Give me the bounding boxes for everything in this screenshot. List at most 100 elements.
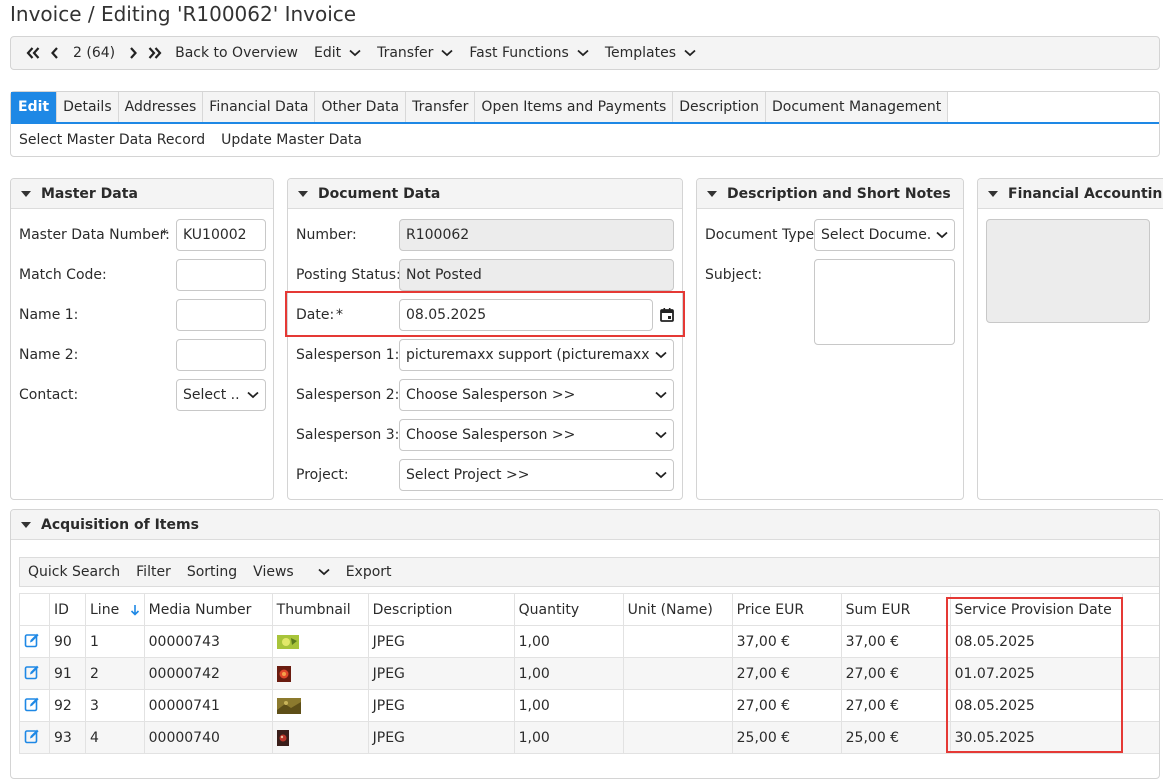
salesperson1-select[interactable]: picturemaxx support (picturemaxx AG) — [399, 339, 674, 371]
tab-transfer[interactable]: Transfer — [406, 92, 476, 122]
header-edit-column — [19, 593, 50, 626]
back-to-overview-button[interactable]: Back to Overview — [167, 37, 306, 69]
acquisition-items-header[interactable]: Acquisition of Items — [11, 510, 1159, 540]
transfer-menu[interactable]: Transfer — [369, 37, 461, 69]
header-thumbnail[interactable]: Thumbnail — [271, 593, 369, 626]
table-row[interactable]: 92 3 00000741 JPEG 1,00 27,00 € 27,00 € … — [19, 689, 1159, 722]
tab-edit[interactable]: Edit — [11, 92, 58, 122]
header-sum-eur[interactable]: Sum EUR — [840, 593, 951, 626]
tab-open-items-and-payments[interactable]: Open Items and Payments — [475, 92, 674, 122]
fast-functions-menu[interactable]: Fast Functions — [461, 37, 596, 69]
sub-action-bar: Select Master Data Record Update Master … — [11, 127, 378, 153]
chevron-down-icon — [655, 431, 667, 439]
tab-document-management[interactable]: Document Management — [766, 92, 949, 122]
salesperson3-select[interactable]: Choose Salesperson >> — [399, 419, 674, 451]
table-row[interactable]: 91 2 00000742 JPEG 1,00 27,00 € 27,00 € … — [19, 657, 1159, 690]
table-row[interactable]: 93 4 00000740 JPEG 1,00 25,00 € 25,00 € … — [19, 721, 1159, 754]
chevron-down-icon — [349, 49, 361, 57]
last-record-button[interactable] — [143, 37, 167, 69]
row-edit-cell — [19, 689, 50, 722]
header-line[interactable]: Line — [85, 593, 145, 626]
header-unit-name[interactable]: Unit (Name) — [622, 593, 733, 626]
collapse-triangle-icon — [988, 190, 998, 197]
date-input[interactable]: 08.05.2025 — [399, 299, 653, 331]
cell-filler — [1121, 625, 1159, 658]
tab-details[interactable]: Details — [57, 92, 119, 122]
templates-menu[interactable]: Templates — [597, 37, 704, 69]
chevron-down-icon — [655, 391, 667, 399]
sorting-button[interactable]: Sorting — [187, 564, 237, 580]
thumbnail-image[interactable] — [276, 697, 301, 714]
row-edit-cell — [19, 625, 50, 658]
header-description[interactable]: Description — [367, 593, 515, 626]
required-marker: * — [336, 307, 343, 323]
next-record-button[interactable] — [123, 37, 143, 69]
header-price-eur[interactable]: Price EUR — [731, 593, 842, 626]
header-media-number[interactable]: Media Number — [143, 593, 273, 626]
tab-addresses[interactable]: Addresses — [118, 92, 204, 122]
subject-label: Subject: — [705, 267, 763, 283]
salesperson2-select[interactable]: Choose Salesperson >> — [399, 379, 674, 411]
chevron-down-icon — [936, 231, 948, 239]
edit-menu[interactable]: Edit — [306, 37, 369, 69]
contact-select[interactable]: Select ... — [176, 379, 266, 411]
cell-id: 90 — [49, 625, 86, 658]
previous-record-button[interactable] — [45, 37, 65, 69]
tab-financial-data[interactable]: Financial Data — [203, 92, 316, 122]
chevron-down-icon — [684, 49, 696, 57]
cell-unit — [622, 721, 733, 754]
update-master-data-button[interactable]: Update Master Data — [221, 132, 362, 148]
row-edit-cell — [19, 657, 50, 690]
document-data-header[interactable]: Document Data — [288, 179, 682, 209]
edit-pencil-icon[interactable] — [24, 664, 40, 680]
header-service-provision-date[interactable]: Service Provision Date — [949, 593, 1123, 626]
master-data-header[interactable]: Master Data — [11, 179, 273, 209]
transfer-menu-label: Transfer — [377, 45, 434, 61]
description-notes-header[interactable]: Description and Short Notes — [697, 179, 963, 209]
subject-textarea[interactable] — [814, 259, 955, 345]
cell-filler — [1121, 657, 1159, 690]
name2-input[interactable] — [176, 339, 266, 371]
master-data-panel: Master Data Master Data Number: * KU1000… — [10, 178, 274, 500]
table-header-row: ID Line Media Number Thumbnail Descripti… — [19, 593, 1159, 626]
views-menu[interactable]: Views — [253, 564, 330, 580]
salesperson2-label: Salesperson 2: — [296, 387, 400, 403]
first-record-button[interactable] — [21, 37, 45, 69]
header-quantity[interactable]: Quantity — [513, 593, 624, 626]
quick-search-button[interactable]: Quick Search — [28, 564, 120, 580]
cell-media-number: 00000743 — [143, 625, 273, 658]
cell-price: 37,00 € — [731, 625, 842, 658]
cell-unit — [622, 657, 733, 690]
edit-pencil-icon[interactable] — [24, 696, 40, 712]
calendar-icon[interactable] — [659, 307, 675, 323]
filter-button[interactable]: Filter — [136, 564, 171, 580]
match-code-input[interactable] — [176, 259, 266, 291]
thumbnail-image[interactable] — [276, 665, 291, 682]
edit-pencil-icon[interactable] — [24, 728, 40, 744]
document-type-label: Document Type: — [705, 227, 819, 243]
name1-input[interactable] — [176, 299, 266, 331]
thumbnail-image[interactable] — [276, 634, 299, 649]
financial-accounting-header[interactable]: Financial Accounting — [978, 179, 1163, 209]
acquisition-items-panel: Acquisition of Items Quick Search Filter… — [10, 509, 1160, 779]
chevron-down-icon — [577, 49, 589, 57]
name1-label: Name 1: — [19, 307, 79, 323]
cell-id: 91 — [49, 657, 86, 690]
document-number-field: R100062 — [399, 219, 674, 251]
tab-other-data[interactable]: Other Data — [315, 92, 407, 122]
select-master-data-record-button[interactable]: Select Master Data Record — [19, 132, 205, 148]
cell-line: 1 — [85, 625, 145, 658]
table-row[interactable]: 90 1 00000743 JPEG 1,00 37,00 € 37,00 € … — [19, 625, 1159, 658]
chevron-down-icon — [441, 49, 453, 57]
master-data-title: Master Data — [41, 185, 138, 202]
export-button[interactable]: Export — [346, 564, 392, 580]
master-data-number-input[interactable]: KU10002 — [176, 219, 266, 251]
thumbnail-image[interactable] — [276, 729, 289, 746]
cell-id: 92 — [49, 689, 86, 722]
cell-media-number: 00000741 — [143, 689, 273, 722]
header-id[interactable]: ID — [49, 593, 86, 626]
tab-description[interactable]: Description — [673, 92, 766, 122]
project-select[interactable]: Select Project >> — [399, 459, 674, 491]
edit-pencil-icon[interactable] — [24, 632, 40, 648]
document-type-select[interactable]: Select Docume... — [814, 219, 955, 251]
